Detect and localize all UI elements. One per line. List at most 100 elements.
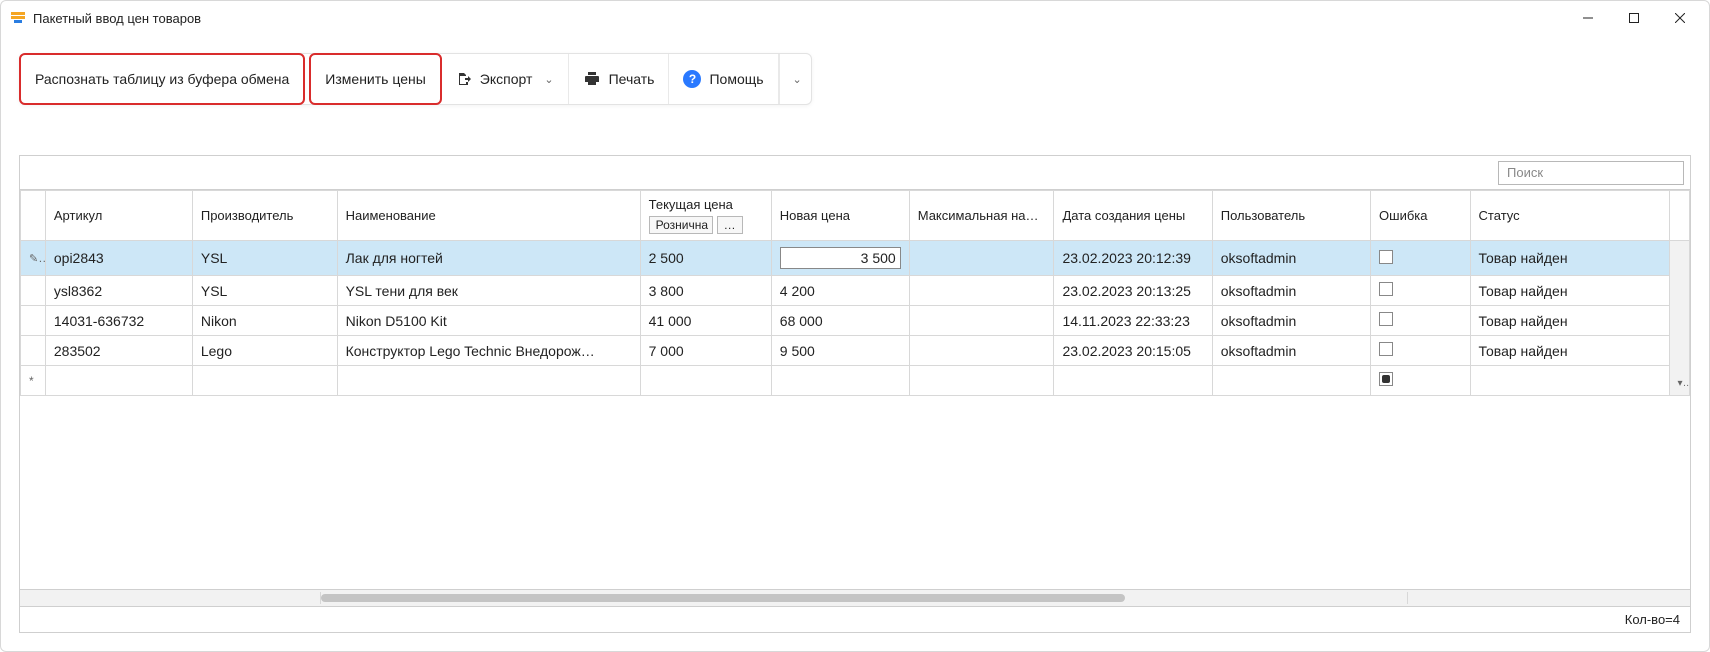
col-user[interactable]: Пользователь [1212, 191, 1370, 241]
cell-max-markup[interactable] [909, 276, 1054, 306]
cell-current-price[interactable]: 3 800 [640, 276, 771, 306]
error-checkbox[interactable] [1379, 312, 1393, 326]
cell-article[interactable]: ysl8362 [45, 276, 192, 306]
cell-price-date[interactable]: 23.02.2023 20:12:39 [1054, 241, 1212, 276]
recognize-button[interactable]: Распознать таблицу из буфера обмена [19, 53, 305, 105]
change-prices-label: Изменить цены [325, 71, 425, 87]
grid-footer: Кол-во=4 [20, 606, 1690, 632]
new-price-input[interactable]: 3 500 [780, 247, 901, 269]
scrollbar-thumb[interactable] [321, 594, 1125, 602]
col-name[interactable]: Наименование [337, 191, 640, 241]
cell-max-markup[interactable] [909, 336, 1054, 366]
cell-current-price[interactable]: 2 500 [640, 241, 771, 276]
export-label: Экспорт [480, 71, 533, 87]
header-row: Артикул Производитель Наименование Текущ… [21, 191, 1690, 241]
current-price-select[interactable]: Рознична [649, 216, 713, 234]
empty-cell[interactable] [1470, 366, 1669, 396]
cell-status[interactable]: Товар найден [1470, 336, 1669, 366]
empty-cell[interactable] [337, 366, 640, 396]
current-price-more-button[interactable]: … [717, 216, 743, 234]
toolbar-overflow-button[interactable]: ⌄ [779, 54, 811, 104]
col-current-price[interactable]: Текущая цена Рознична … [640, 191, 771, 241]
empty-cell[interactable] [1054, 366, 1212, 396]
cell-manufacturer[interactable]: YSL [192, 241, 337, 276]
error-checkbox-indeterminate[interactable] [1379, 372, 1393, 386]
cell-price-date[interactable]: 23.02.2023 20:15:05 [1054, 336, 1212, 366]
price-table[interactable]: Артикул Производитель Наименование Текущ… [20, 190, 1690, 396]
recognize-label: Распознать таблицу из буфера обмена [35, 71, 289, 87]
empty-cell[interactable] [640, 366, 771, 396]
cell-price-date[interactable]: 23.02.2023 20:13:25 [1054, 276, 1212, 306]
empty-cell[interactable] [771, 366, 909, 396]
cell-user[interactable]: oksoftadmin [1212, 241, 1370, 276]
cell-new-price[interactable]: 68 000 [771, 306, 909, 336]
cell-new-price[interactable]: 9 500 [771, 336, 909, 366]
print-button[interactable]: Печать [569, 54, 670, 104]
cell-user[interactable]: oksoftadmin [1212, 336, 1370, 366]
change-prices-button[interactable]: Изменить цены [309, 53, 441, 105]
chevron-down-icon: ⌄ [544, 73, 553, 86]
row-indicator[interactable] [21, 276, 46, 306]
cell-article[interactable]: 283502 [45, 336, 192, 366]
cell-name[interactable]: Nikon D5100 Kit [337, 306, 640, 336]
empty-cell[interactable] [1212, 366, 1370, 396]
empty-cell[interactable] [909, 366, 1054, 396]
col-price-date[interactable]: Дата создания цены [1054, 191, 1212, 241]
cell-error[interactable] [1371, 276, 1471, 306]
empty-cell[interactable] [192, 366, 337, 396]
cell-status[interactable]: Товар найден [1470, 241, 1669, 276]
cell-name[interactable]: Конструктор Lego Technic Внедорож… [337, 336, 640, 366]
cell-price-date[interactable]: 14.11.2023 22:33:23 [1054, 306, 1212, 336]
cell-error[interactable] [1371, 306, 1471, 336]
empty-cell[interactable] [1371, 366, 1471, 396]
table-row[interactable]: 14031-636732NikonNikon D5100 Kit41 00068… [21, 306, 1690, 336]
cell-manufacturer[interactable]: Lego [192, 336, 337, 366]
table-row[interactable]: ysl8362YSLYSL тени для век3 8004 200 23.0… [21, 276, 1690, 306]
empty-cell[interactable] [45, 366, 192, 396]
cell-status[interactable]: Товар найден [1470, 276, 1669, 306]
horizontal-scrollbar[interactable] [20, 589, 1690, 606]
cell-user[interactable]: oksoftadmin [1212, 306, 1370, 336]
error-checkbox[interactable] [1379, 342, 1393, 356]
row-indicator[interactable] [21, 306, 46, 336]
maximize-button[interactable] [1611, 3, 1657, 33]
cell-manufacturer[interactable]: Nikon [192, 306, 337, 336]
error-checkbox[interactable] [1379, 250, 1393, 264]
cell-status[interactable]: Товар найден [1470, 306, 1669, 336]
help-button[interactable]: ? Помощь [669, 54, 778, 104]
cell-new-price[interactable]: 4 200 [771, 276, 909, 306]
col-new-price[interactable]: Новая цена [771, 191, 909, 241]
row-indicator[interactable]: ✎ [21, 241, 46, 276]
cell-article[interactable]: 14031-636732 [45, 306, 192, 336]
export-button[interactable]: Экспорт ⌄ [442, 54, 569, 104]
cell-name[interactable]: Лак для ногтей [337, 241, 640, 276]
search-input[interactable]: Поиск [1498, 161, 1684, 185]
row-header-blank [21, 191, 46, 241]
col-article[interactable]: Артикул [45, 191, 192, 241]
row-indicator[interactable] [21, 336, 46, 366]
cell-user[interactable]: oksoftadmin [1212, 276, 1370, 306]
table-row[interactable]: 283502LegoКонструктор Lego Technic Внедо… [21, 336, 1690, 366]
cell-article[interactable]: opi2843 [45, 241, 192, 276]
col-manufacturer[interactable]: Производитель [192, 191, 337, 241]
close-button[interactable] [1657, 3, 1703, 33]
cell-current-price[interactable]: 7 000 [640, 336, 771, 366]
new-row-indicator[interactable]: * [21, 366, 46, 396]
new-row[interactable]: * [21, 366, 1690, 396]
col-error[interactable]: Ошибка [1371, 191, 1471, 241]
minimize-button[interactable] [1565, 3, 1611, 33]
col-max-markup[interactable]: Максимальная наценка [909, 191, 1054, 241]
cell-current-price[interactable]: 41 000 [640, 306, 771, 336]
cell-error[interactable] [1371, 241, 1471, 276]
cell-error[interactable] [1371, 336, 1471, 366]
vertical-scrollbar[interactable]: ▾ [1669, 241, 1689, 396]
cell-max-markup[interactable] [909, 306, 1054, 336]
error-checkbox[interactable] [1379, 282, 1393, 296]
cell-manufacturer[interactable]: YSL [192, 276, 337, 306]
titlebar: Пакетный ввод цен товаров [1, 1, 1709, 35]
cell-new-price[interactable]: 3 500 [771, 241, 909, 276]
cell-name[interactable]: YSL тени для век [337, 276, 640, 306]
table-row[interactable]: ✎opi2843YSLЛак для ногтей2 500 3 500 23.02… [21, 241, 1690, 276]
col-status[interactable]: Статус [1470, 191, 1669, 241]
cell-max-markup[interactable] [909, 241, 1054, 276]
